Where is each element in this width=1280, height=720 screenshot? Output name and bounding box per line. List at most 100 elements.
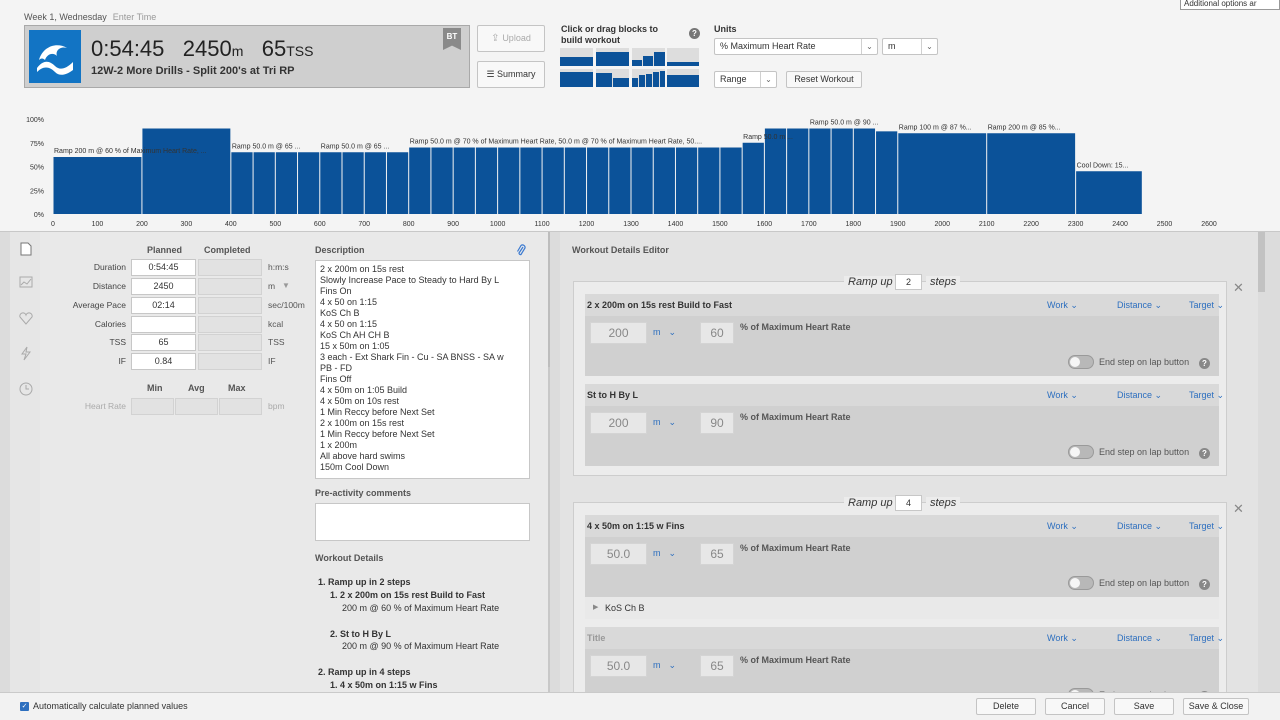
- step-title[interactable]: 2 x 200m on 15s rest Build to Fast: [587, 300, 732, 310]
- planned-value-field[interactable]: 0:54:45: [131, 259, 196, 276]
- ramp-steps-input[interactable]: 4: [895, 495, 922, 511]
- help-icon[interactable]: ?: [1199, 448, 1210, 459]
- chart-bar[interactable]: [720, 147, 742, 215]
- heart-icon[interactable]: [19, 312, 33, 325]
- chart-bar[interactable]: [386, 152, 409, 214]
- chart-bar[interactable]: [876, 131, 898, 214]
- chart-bar[interactable]: [564, 147, 587, 215]
- workout-blocks-palette[interactable]: [560, 48, 700, 88]
- planned-value-field[interactable]: 65: [131, 334, 196, 351]
- intensity-select[interactable]: % Maximum Heart Rate ⌄: [714, 38, 878, 55]
- chart-bar[interactable]: [364, 152, 386, 214]
- close-icon[interactable]: ✕: [1233, 501, 1244, 517]
- hr-min-field[interactable]: [131, 398, 174, 415]
- step-target-input[interactable]: 60: [700, 322, 734, 344]
- chart-bar[interactable]: [742, 142, 764, 214]
- chart-bar[interactable]: [653, 147, 675, 215]
- range-select[interactable]: Range ⌄: [714, 71, 777, 88]
- save-close-button[interactable]: Save & Close: [1183, 698, 1249, 715]
- step-title[interactable]: St to H By L: [587, 390, 638, 400]
- chart-bar[interactable]: [987, 133, 1076, 214]
- work-select[interactable]: Work ⌄: [1047, 521, 1078, 532]
- lightning-icon[interactable]: [20, 346, 32, 361]
- hr-avg-field[interactable]: [175, 398, 218, 415]
- step-unit-select[interactable]: m ⌄: [653, 548, 676, 559]
- completed-value-field[interactable]: [198, 334, 262, 351]
- chart-bar[interactable]: [342, 152, 364, 214]
- end-step-toggle[interactable]: [1068, 445, 1094, 459]
- substep-row[interactable]: ▶ KoS Ch B: [585, 597, 1219, 619]
- delete-button[interactable]: Delete: [976, 698, 1036, 715]
- chart-icon[interactable]: [19, 276, 33, 288]
- chart-bar[interactable]: [831, 128, 853, 215]
- chevron-down-icon[interactable]: ▼: [282, 281, 290, 290]
- step-distance-input[interactable]: 200: [590, 412, 647, 434]
- work-select[interactable]: Work ⌄: [1047, 390, 1078, 401]
- chart-bar[interactable]: [1076, 171, 1142, 214]
- close-icon[interactable]: ✕: [1233, 280, 1244, 296]
- chart-bar[interactable]: [853, 128, 876, 215]
- chart-bar[interactable]: [298, 152, 320, 214]
- planned-value-field[interactable]: 0.84: [131, 353, 196, 370]
- pre-activity-comments-textarea[interactable]: [315, 503, 530, 541]
- chart-bar[interactable]: [275, 152, 298, 214]
- target-select[interactable]: Target ⌄: [1189, 521, 1224, 532]
- reset-workout-button[interactable]: Reset Workout: [786, 71, 862, 88]
- chart-bar[interactable]: [231, 152, 253, 214]
- chart-bar[interactable]: [253, 152, 275, 214]
- target-select[interactable]: Target ⌄: [1189, 300, 1224, 311]
- step-distance-input[interactable]: 200: [590, 322, 647, 344]
- chart-bar[interactable]: [475, 147, 498, 215]
- completed-value-field[interactable]: [198, 316, 262, 333]
- chart-bar[interactable]: [542, 147, 564, 215]
- target-select[interactable]: Target ⌄: [1189, 633, 1224, 644]
- completed-value-field[interactable]: [198, 259, 262, 276]
- planned-value-field[interactable]: [131, 316, 196, 333]
- completed-value-field[interactable]: [198, 297, 262, 314]
- save-button[interactable]: Save: [1114, 698, 1174, 715]
- clock-icon[interactable]: [19, 382, 33, 396]
- chart-bar[interactable]: [787, 128, 809, 215]
- enter-time-link[interactable]: Enter Time: [113, 12, 157, 22]
- help-icon[interactable]: ?: [1199, 358, 1210, 369]
- upload-button[interactable]: ⇪ Upload: [477, 25, 545, 52]
- paperclip-icon[interactable]: [516, 244, 526, 257]
- chart-bar[interactable]: [142, 128, 231, 215]
- bt-badge[interactable]: BT: [443, 28, 461, 50]
- chart-bar[interactable]: [898, 133, 987, 214]
- distance-select[interactable]: Distance ⌄: [1117, 390, 1162, 401]
- document-icon[interactable]: [20, 242, 32, 256]
- step-target-input[interactable]: 90: [700, 412, 734, 434]
- chart-bar[interactable]: [675, 147, 698, 215]
- chart-bar[interactable]: [53, 157, 142, 214]
- work-select[interactable]: Work ⌄: [1047, 633, 1078, 644]
- chart-bar[interactable]: [320, 152, 342, 214]
- chart-bar[interactable]: [520, 147, 542, 215]
- cancel-button[interactable]: Cancel: [1045, 698, 1105, 715]
- completed-value-field[interactable]: [198, 278, 262, 295]
- chart-bar[interactable]: [498, 147, 520, 215]
- description-textarea[interactable]: 2 x 200m on 15s rest Slowly Increase Pace…: [315, 260, 530, 479]
- right-pane-scroll-thumb[interactable]: [1258, 232, 1265, 292]
- step-distance-input[interactable]: 50.0: [590, 543, 647, 565]
- planned-value-field[interactable]: 02:14: [131, 297, 196, 314]
- end-step-toggle[interactable]: [1068, 576, 1094, 590]
- chart-bar[interactable]: [809, 128, 831, 215]
- summary-button[interactable]: ☰ Summary: [477, 61, 545, 88]
- ramp-steps-input[interactable]: 2: [895, 274, 922, 290]
- hr-max-field[interactable]: [219, 398, 262, 415]
- help-icon[interactable]: ?: [1199, 579, 1210, 590]
- step-unit-select[interactable]: m ⌄: [653, 660, 676, 671]
- chart-bar[interactable]: [431, 147, 453, 215]
- chart-bar[interactable]: [631, 147, 653, 215]
- target-select[interactable]: Target ⌄: [1189, 390, 1224, 401]
- planned-value-field[interactable]: 2450: [131, 278, 196, 295]
- step-target-input[interactable]: 65: [700, 543, 734, 565]
- chart-bar[interactable]: [453, 147, 475, 215]
- end-step-toggle[interactable]: [1068, 355, 1094, 369]
- distance-unit-select[interactable]: m ⌄: [882, 38, 938, 55]
- completed-value-field[interactable]: [198, 353, 262, 370]
- distance-select[interactable]: Distance ⌄: [1117, 300, 1162, 311]
- workout-structure-chart[interactable]: 100% 75% 50% 25% 0% 0 100 200 300 400 500 600 700 800…: [0, 110, 1280, 232]
- triangle-right-icon[interactable]: ▶: [593, 603, 598, 611]
